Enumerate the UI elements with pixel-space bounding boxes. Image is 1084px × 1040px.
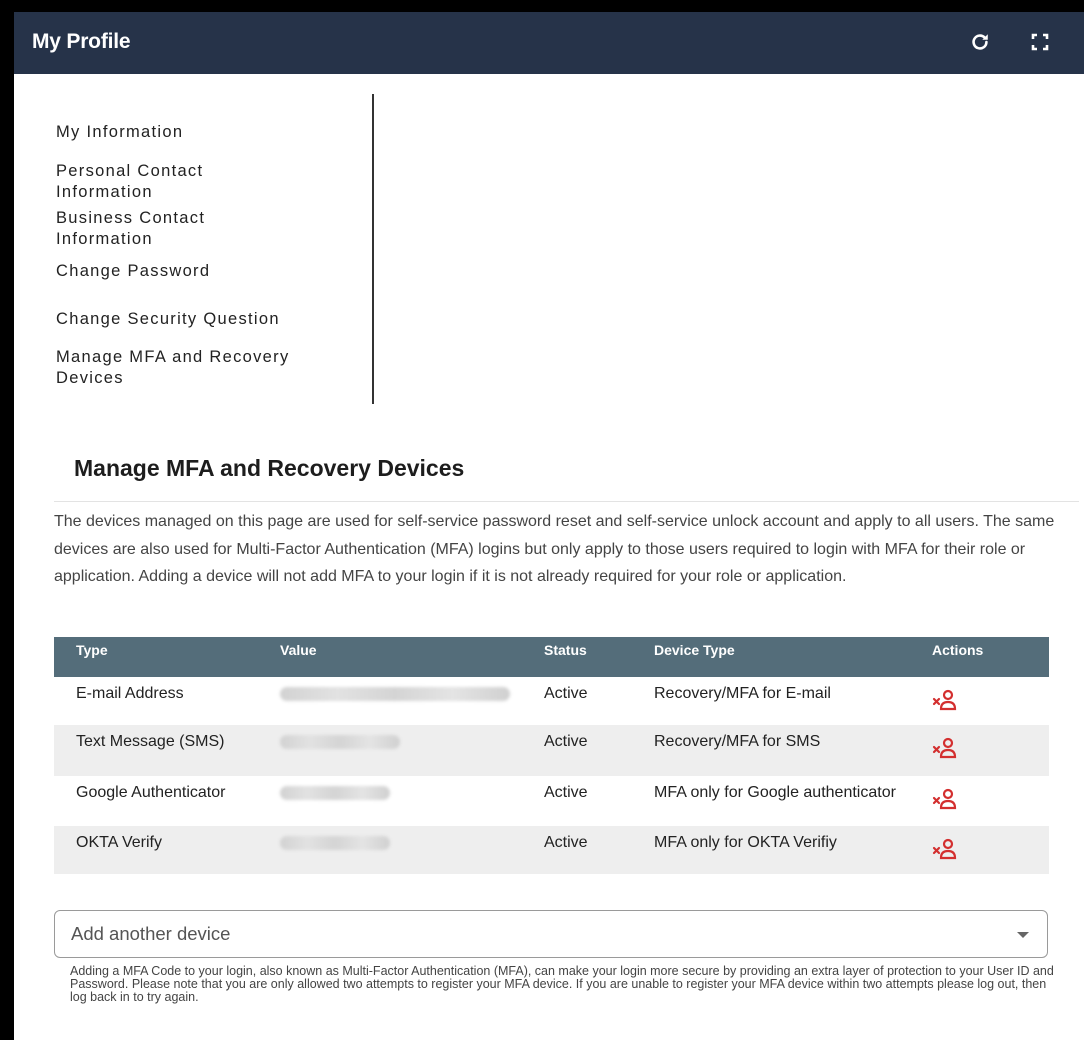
redacted-value	[280, 786, 390, 800]
column-header-status: Status	[522, 637, 632, 677]
profile-sidebar: My Information Personal Contact Informat…	[14, 94, 374, 404]
cell-actions	[910, 725, 1049, 776]
redacted-value	[280, 687, 510, 701]
profile-window: My Profile My Information Personal Conta…	[14, 12, 1084, 1040]
cell-value	[258, 725, 522, 776]
title-divider	[54, 501, 1079, 502]
sidebar-item-manage-mfa[interactable]: Manage MFA and Recovery Devices	[56, 347, 326, 389]
devices-table: Type Value Status Device Type Actions E-…	[54, 637, 1049, 874]
cell-actions	[910, 826, 1049, 874]
sidebar-item-personal-contact[interactable]: Personal Contact Information	[56, 161, 256, 203]
add-device-select[interactable]: Add another device	[54, 910, 1048, 958]
cell-type: Text Message (SMS)	[54, 725, 258, 776]
table-row: E-mail Address Active Recovery/MFA for E…	[54, 677, 1049, 725]
cell-type: Google Authenticator	[76, 784, 226, 801]
table-row: Google Authenticator Active MFA only for…	[54, 776, 1049, 826]
title-bar: My Profile	[14, 12, 1084, 74]
cell-type: OKTA Verify	[54, 826, 258, 874]
cell-value	[258, 826, 522, 874]
cell-status: Active	[522, 826, 632, 874]
cell-value	[258, 677, 522, 725]
sidebar-item-business-contact[interactable]: Business Contact Information	[56, 208, 256, 250]
remove-user-icon[interactable]	[932, 838, 958, 868]
cell-device-type: MFA only for OKTA Verifiy	[632, 826, 910, 874]
table-header-row: Type Value Status Device Type Actions	[54, 637, 1049, 677]
cell-actions	[910, 677, 1049, 725]
column-header-actions: Actions	[910, 637, 1049, 677]
cell-device-type: Recovery/MFA for E-mail	[654, 685, 831, 702]
remove-user-icon[interactable]	[932, 689, 958, 719]
table-row: Text Message (SMS) Active Recovery/MFA f…	[54, 725, 1049, 776]
sidebar-divider	[372, 94, 374, 404]
page-description: The devices managed on this page are use…	[54, 513, 1055, 585]
chevron-down-icon	[1017, 932, 1029, 938]
cell-actions	[910, 776, 1049, 826]
column-header-device-type: Device Type	[632, 637, 910, 677]
redacted-value	[280, 836, 390, 850]
cell-status: Active	[544, 685, 588, 702]
table-row: OKTA Verify Active MFA only for OKTA Ver…	[54, 826, 1049, 874]
fullscreen-icon[interactable]	[1026, 28, 1054, 56]
remove-user-icon[interactable]	[932, 788, 958, 818]
cell-device-type: MFA only for Google authenticator	[654, 784, 896, 801]
redacted-value	[280, 735, 400, 749]
remove-user-icon[interactable]	[932, 737, 958, 767]
page-title: Manage MFA and Recovery Devices	[74, 455, 465, 481]
mfa-help-text: Adding a MFA Code to your login, also kn…	[70, 964, 1054, 1004]
sidebar-item-my-information[interactable]: My Information	[56, 122, 346, 143]
column-header-type: Type	[54, 637, 258, 677]
add-device-placeholder: Add another device	[71, 923, 231, 944]
window-title: My Profile	[32, 30, 131, 53]
refresh-icon[interactable]	[966, 28, 994, 56]
cell-type: E-mail Address	[76, 685, 184, 702]
sidebar-item-change-password[interactable]: Change Password	[56, 261, 346, 282]
cell-value	[258, 776, 522, 826]
cell-status: Active	[522, 725, 632, 776]
cell-device-type: Recovery/MFA for SMS	[632, 725, 910, 776]
cell-status: Active	[544, 784, 588, 801]
sidebar-item-change-security-question[interactable]: Change Security Question	[56, 309, 346, 330]
column-header-value: Value	[258, 637, 522, 677]
